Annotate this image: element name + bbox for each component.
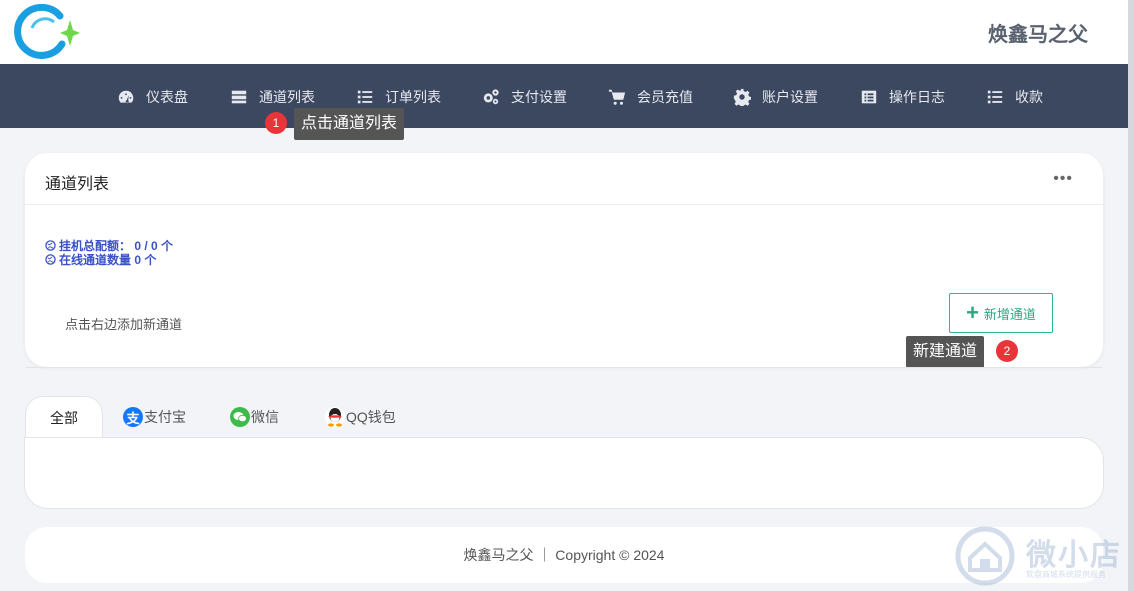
nav-label: 账户设置 [762,89,818,105]
tab-label: QQ钱包 [346,409,396,425]
online-channel-stat: 在线通道数量 0 个 [45,251,156,268]
brand-name: 焕鑫马之父 [988,24,1088,46]
nav-label: 仪表盘 [146,89,188,105]
gears-icon [483,89,499,105]
card-title: 通道列表 [45,176,110,193]
gear-icon [733,88,751,106]
qq-icon [325,407,345,427]
step-badge-2: 2 [996,340,1018,362]
main-nav: 仪表盘 通道列表 订单列表 支付设置 会员充值 账户设置 操作日志 收款 [0,64,1128,128]
section-divider [25,367,1103,368]
vertical-scrollbar[interactable] [1128,0,1134,591]
nav-label: 通道列表 [259,89,315,105]
nav-item-payment-settings[interactable]: 支付设置 [482,86,567,108]
stat-value: 0 个 [134,253,157,267]
cart-icon [608,89,626,105]
globe-icon [45,254,56,265]
tab-label: 支付宝 [144,409,186,425]
top-bar: 焕鑫马之父 [0,0,1128,64]
globe-icon [45,240,56,251]
guide-tooltip-1: 点击通道列表 [294,108,405,140]
watermark-subtitle: 软盘商城系统提供服务 [1026,570,1106,579]
step-badge-1: 1 [265,112,287,134]
nav-item-account-settings[interactable]: 账户设置 [733,86,818,108]
wechat-icon [230,407,250,427]
plus-icon: + [966,300,979,325]
tab-content-panel [24,437,1104,509]
more-options-icon[interactable]: ••• [1053,171,1073,187]
card-header: 通道列表 ••• [25,153,1103,205]
tab-wechat[interactable]: 微信 [230,396,279,438]
tab-alipay[interactable]: 支 支付宝 [123,396,186,438]
nav-label: 支付设置 [511,89,567,105]
add-channel-hint: 点击右边添加新通道 [65,317,183,332]
list-icon [357,90,373,104]
logo [14,4,80,59]
add-channel-button[interactable]: + 新增通道 [949,293,1053,333]
tab-qq-wallet[interactable]: QQ钱包 [325,396,396,438]
nav-label: 操作日志 [889,89,945,105]
guide-tooltip-2: 新建通道 [906,336,985,368]
nav-item-collection[interactable]: 收款 [986,86,1043,108]
footer: 焕鑫马之父 ｜ Copyright © 2024 [25,527,1103,583]
nav-item-channel-list[interactable]: 通道列表 [230,86,315,108]
nav-item-member-recharge[interactable]: 会员充值 [608,86,693,108]
nav-label: 会员充值 [637,89,693,105]
nav-item-order-list[interactable]: 订单列表 [356,86,441,108]
nav-item-dashboard[interactable]: 仪表盘 [117,86,188,108]
add-channel-label: 新增通道 [983,306,1036,322]
watermark: 微小店 软盘商城系统提供服务 [952,526,1130,586]
alipay-icon: 支 [123,407,143,427]
nav-label: 收款 [1015,89,1043,105]
watermark-title: 微小店 [1026,539,1122,572]
tab-label: 全部 [50,409,78,426]
nav-label: 订单列表 [385,89,441,105]
shop-logo-icon [955,526,1015,586]
log-icon [861,90,877,104]
tab-label: 微信 [251,409,279,425]
tab-all[interactable]: 全部 [25,396,103,438]
list-icon [987,90,1003,104]
stat-label: 在线通道数量 [59,253,132,267]
channel-list-card: 通道列表 ••• 挂机总配额： 0 / 0 个 在线通道数量 0 个 点击右边添… [25,153,1103,367]
dashboard-icon [118,90,134,104]
nav-item-operation-log[interactable]: 操作日志 [860,86,945,108]
table-icon [231,90,247,104]
